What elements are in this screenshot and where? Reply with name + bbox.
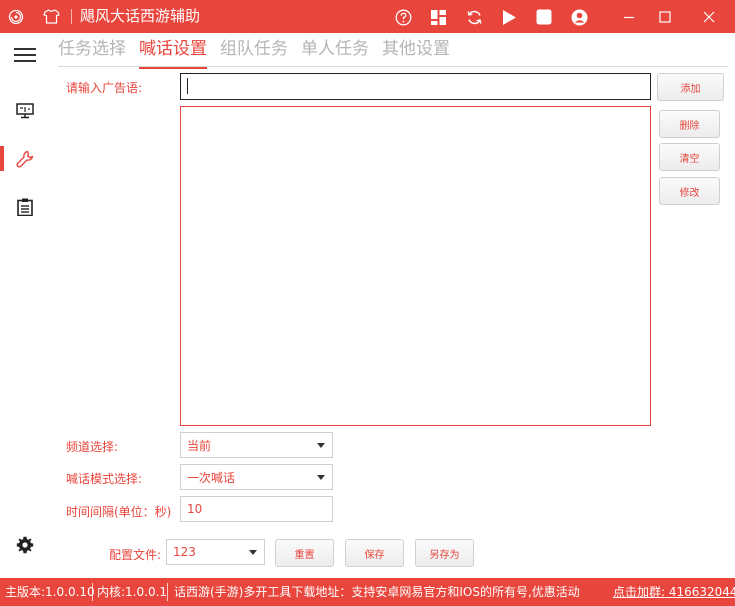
wrench-icon[interactable] <box>14 148 36 170</box>
chevron-down-icon <box>317 475 325 480</box>
ad-input-label: 请输入广告语: <box>66 81 143 95</box>
chevron-down-icon <box>317 443 325 448</box>
tab-bar: 任务选择 喊话设置 组队任务 单人任务 其他设置 <box>58 36 463 69</box>
shout-mode-select-value: 一次喊话 <box>187 470 236 485</box>
config-label: 配置文件: <box>109 548 162 562</box>
tab-other-settings[interactable]: 其他设置 <box>382 36 450 66</box>
clear-button[interactable]: 清空 <box>659 143 720 171</box>
kernel-version: 内核:1.0.0.1 <box>97 585 168 599</box>
channel-label: 频道选择: <box>66 440 119 454</box>
left-rail <box>0 33 50 578</box>
channel-select[interactable]: 当前 <box>180 432 333 458</box>
close-icon[interactable] <box>700 8 718 26</box>
active-rail-marker <box>0 146 4 171</box>
stop-icon[interactable] <box>535 8 553 26</box>
download-notice[interactable]: 话西游(手游)多开工具下载地址：支持安卓网易官方和IOS的所有号,优惠活动 <box>174 585 580 599</box>
menu-icon[interactable] <box>14 44 36 66</box>
tab-divider-line <box>58 66 728 67</box>
tab-solo-task[interactable]: 单人任务 <box>301 36 369 66</box>
modify-button[interactable]: 修改 <box>659 177 720 205</box>
save-button[interactable]: 保存 <box>345 539 404 567</box>
ad-input[interactable] <box>180 73 651 100</box>
interval-input[interactable]: 10 <box>180 496 333 522</box>
text-caret <box>187 78 188 94</box>
config-select-value: 123 <box>173 545 196 559</box>
user-icon[interactable] <box>570 8 588 26</box>
save-as-button[interactable]: 另存为 <box>415 539 474 567</box>
play-icon[interactable] <box>500 8 518 26</box>
tab-task-select[interactable]: 任务选择 <box>58 36 126 66</box>
tab-shout-settings[interactable]: 喊话设置 <box>139 36 207 69</box>
minimize-icon[interactable] <box>620 8 638 26</box>
title-divider <box>71 9 72 24</box>
reset-button[interactable]: 重置 <box>275 539 334 567</box>
join-group-link[interactable]: 点击加群: 416632044 <box>613 585 735 599</box>
app-logo-icon <box>7 8 24 25</box>
config-select[interactable]: 123 <box>166 539 265 565</box>
shirt-icon[interactable] <box>43 8 60 25</box>
delete-button[interactable]: 删除 <box>659 110 720 138</box>
window-title: 飓风大话西游辅助 <box>80 7 201 25</box>
title-bar: 飓风大话西游辅助 <box>0 0 735 33</box>
main-version: 主版本:1.0.0.10 <box>5 585 95 599</box>
settings-gear-icon[interactable] <box>14 534 36 556</box>
maximize-icon[interactable] <box>656 8 674 26</box>
chevron-down-icon <box>249 550 257 555</box>
monitor-icon[interactable] <box>14 100 36 122</box>
add-button[interactable]: 添加 <box>657 73 724 101</box>
refresh-icon[interactable] <box>465 8 483 26</box>
ad-list[interactable] <box>180 106 651 426</box>
clipboard-icon[interactable] <box>14 196 36 218</box>
status-separator <box>167 583 168 601</box>
channel-select-value: 当前 <box>187 438 212 453</box>
interval-input-value: 10 <box>187 502 203 516</box>
status-separator <box>92 583 93 601</box>
help-icon[interactable] <box>394 8 412 26</box>
tab-team-task[interactable]: 组队任务 <box>220 36 288 66</box>
interval-label: 时间间隔(单位：秒) <box>66 505 172 519</box>
grid-icon[interactable] <box>429 8 447 26</box>
status-bar: 主版本:1.0.0.10 内核:1.0.0.1 话西游(手游)多开工具下载地址：… <box>0 578 735 606</box>
shout-mode-select[interactable]: 一次喊话 <box>180 464 333 490</box>
shout-mode-label: 喊话模式选择: <box>66 472 143 486</box>
